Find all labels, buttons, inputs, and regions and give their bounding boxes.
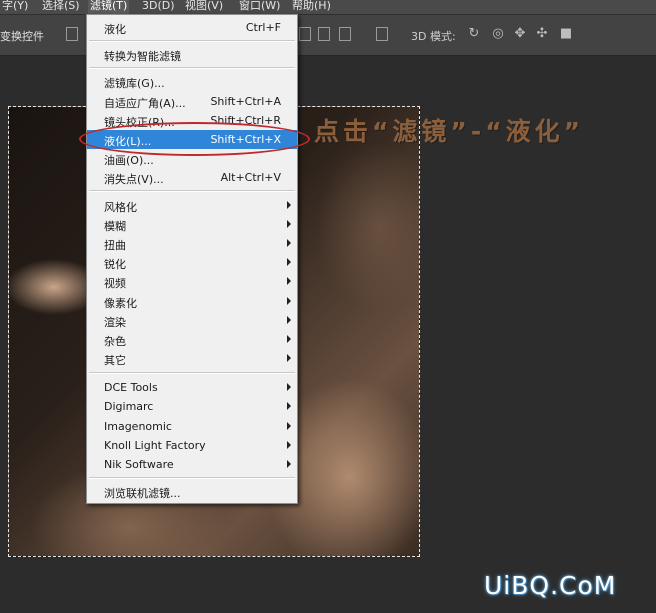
menu-filter[interactable]: 滤镜(T) xyxy=(88,0,130,14)
menu-item-label: 渲染 xyxy=(104,316,126,329)
menu-item-vanishing-point[interactable]: 消失点(V)... Alt+Ctrl+V xyxy=(87,168,297,187)
menu-item-noise[interactable]: 杂色 xyxy=(87,330,297,349)
menu-separator xyxy=(89,67,295,69)
3d-slide-icon[interactable]: ✣ xyxy=(534,27,550,41)
menu-item-last-filter[interactable]: 液化 Ctrl+F xyxy=(87,18,297,37)
submenu-arrow-icon xyxy=(287,220,291,228)
menu-item-other[interactable]: 其它 xyxy=(87,349,297,368)
menu-window[interactable]: 窗口(W) xyxy=(237,0,282,14)
menu-item-sharpen[interactable]: 锐化 xyxy=(87,253,297,272)
menu-item-label: 像素化 xyxy=(104,297,137,310)
menu-item-browse-online-filters[interactable]: 浏览联机滤镜... xyxy=(87,482,297,501)
menu-item-label: 自适应广角(A)... xyxy=(104,97,186,110)
submenu-arrow-icon xyxy=(287,297,291,305)
submenu-arrow-icon xyxy=(287,460,291,468)
menu-item-label: 杂色 xyxy=(104,335,126,348)
submenu-arrow-icon xyxy=(287,354,291,362)
menu-type[interactable]: 字(Y) xyxy=(0,0,30,14)
menu-item-shortcut: Shift+Ctrl+A xyxy=(210,95,281,108)
menu-item-video[interactable]: 视频 xyxy=(87,272,297,291)
transform-controls-label[interactable]: 变换控件 xyxy=(0,28,44,44)
menu-separator xyxy=(89,40,295,42)
submenu-arrow-icon xyxy=(287,383,291,391)
distribute-icon[interactable] xyxy=(376,27,388,41)
align-right-icon[interactable] xyxy=(339,27,351,41)
3d-pan-icon[interactable]: ✥ xyxy=(512,27,528,41)
menu-item-pixelate[interactable]: 像素化 xyxy=(87,292,297,311)
menu-item-convert-smart-filter[interactable]: 转换为智能滤镜 xyxy=(87,45,297,64)
menu-item-label: 滤镜库(G)... xyxy=(104,77,165,90)
align-icon[interactable] xyxy=(66,27,78,41)
menu-item-render[interactable]: 渲染 xyxy=(87,311,297,330)
submenu-arrow-icon xyxy=(287,258,291,266)
submenu-arrow-icon xyxy=(287,441,291,449)
instruction-annotation: 点击“滤镜”-“液化” xyxy=(314,117,585,146)
submenu-arrow-icon xyxy=(287,239,291,247)
menu-bar: 字(Y) 选择(S) 滤镜(T) 3D(D) 视图(V) 窗口(W) 帮助(H) xyxy=(0,0,656,15)
menu-item-label: Imagenomic xyxy=(104,420,172,433)
menu-item-label: 锐化 xyxy=(104,258,126,271)
submenu-arrow-icon xyxy=(287,402,291,410)
menu-item-label: 浏览联机滤镜... xyxy=(104,487,181,500)
menu-separator xyxy=(89,190,295,192)
menu-item-shortcut: Alt+Ctrl+V xyxy=(220,171,281,184)
filter-dropdown-menu: 液化 Ctrl+F 转换为智能滤镜 滤镜库(G)... 自适应广角(A)... … xyxy=(86,14,298,504)
menu-item-knoll-light-factory[interactable]: Knoll Light Factory xyxy=(87,436,297,455)
3d-roll-icon[interactable]: ◎ xyxy=(490,27,506,41)
menu-item-adaptive-wide-angle[interactable]: 自适应广角(A)... Shift+Ctrl+A xyxy=(87,92,297,111)
menu-item-label: 消失点(V)... xyxy=(104,173,164,186)
menu-item-label: Nik Software xyxy=(104,458,174,471)
menu-view[interactable]: 视图(V) xyxy=(183,0,225,14)
submenu-arrow-icon xyxy=(287,335,291,343)
menu-separator xyxy=(89,477,295,479)
menu-item-label: 风格化 xyxy=(104,201,137,214)
menu-item-label: Digimarc xyxy=(104,400,154,413)
highlight-oval xyxy=(79,122,310,156)
menu-item-label: 扭曲 xyxy=(104,239,126,252)
menu-item-stylize[interactable]: 风格化 xyxy=(87,196,297,215)
menu-item-label: 视频 xyxy=(104,277,126,290)
submenu-arrow-icon xyxy=(287,422,291,430)
watermark-logo: UiBQ.CoM xyxy=(484,571,617,600)
menu-item-distort[interactable]: 扭曲 xyxy=(87,234,297,253)
menu-help[interactable]: 帮助(H) xyxy=(290,0,333,14)
menu-3d[interactable]: 3D(D) xyxy=(140,0,177,14)
3d-scale-icon[interactable]: ■ xyxy=(558,27,574,41)
menu-item-label: 转换为智能滤镜 xyxy=(104,50,181,63)
menu-item-nik-software[interactable]: Nik Software xyxy=(87,455,297,474)
menu-item-imagenomic[interactable]: Imagenomic xyxy=(87,417,297,436)
3d-rotate-icon[interactable]: ↻ xyxy=(466,27,482,41)
align-left-icon[interactable] xyxy=(299,27,311,41)
menu-item-dce-tools[interactable]: DCE Tools xyxy=(87,378,297,397)
menu-separator xyxy=(89,372,295,374)
menu-item-digimarc[interactable]: Digimarc xyxy=(87,397,297,416)
submenu-arrow-icon xyxy=(287,201,291,209)
menu-item-label: 其它 xyxy=(104,354,126,367)
align-center-icon[interactable] xyxy=(318,27,330,41)
submenu-arrow-icon xyxy=(287,277,291,285)
menu-item-label: DCE Tools xyxy=(104,381,158,394)
menu-item-label: Knoll Light Factory xyxy=(104,439,206,452)
menu-item-blur[interactable]: 模糊 xyxy=(87,215,297,234)
menu-item-filter-gallery[interactable]: 滤镜库(G)... xyxy=(87,72,297,91)
3d-mode-label: 3D 模式: xyxy=(411,30,456,43)
menu-item-label: 液化 xyxy=(104,23,126,36)
menu-select[interactable]: 选择(S) xyxy=(40,0,82,14)
submenu-arrow-icon xyxy=(287,316,291,324)
menu-item-shortcut: Ctrl+F xyxy=(245,21,281,34)
menu-item-label: 模糊 xyxy=(104,220,126,233)
